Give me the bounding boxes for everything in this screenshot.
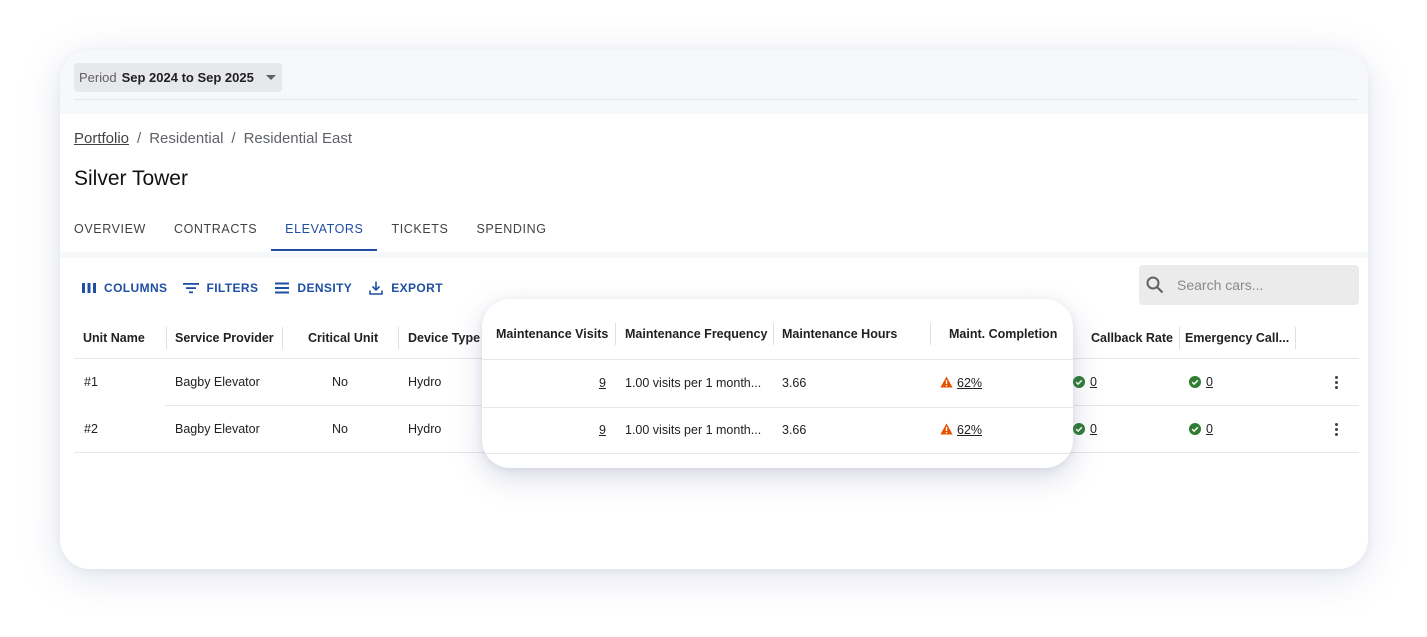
cell-critical-unit: No [332,375,348,389]
cell-maintenance-frequency: 1.00 visits per 1 month... [625,376,762,390]
cell-critical-unit: No [332,422,348,436]
column-separator[interactable] [282,327,283,349]
header-critical-unit[interactable]: Critical Unit [308,318,378,358]
tab-bar: OVERVIEW CONTRACTS ELEVATORS TICKETS SPE… [60,210,561,251]
period-value: Sep 2024 to Sep 2025 [121,70,254,85]
header-service-provider[interactable]: Service Provider [175,318,274,358]
callback-rate-link[interactable]: 0 [1090,375,1097,389]
breadcrumb-separator: / [231,130,236,147]
cell-unit-name: #2 [84,422,98,436]
check-circle-icon [1073,376,1085,388]
maintenance-visits-link[interactable]: 9 [599,376,606,390]
check-circle-icon [1189,376,1201,388]
callback-rate-link[interactable]: 0 [1090,422,1097,436]
cell-maintenance-visits: 9 [599,373,606,393]
row-divider [482,453,1073,454]
density-label: DENSITY [297,281,353,295]
search-icon [1146,276,1164,294]
row-divider [482,407,1073,408]
filters-label: FILTERS [206,281,259,295]
cell-device-type: Hydro [408,375,442,389]
row-menu-icon[interactable] [1335,376,1339,390]
emergency-calls-link[interactable]: 0 [1206,422,1213,436]
warning-icon [940,423,953,435]
cell-device-type: Hydro [408,422,442,436]
period-selector[interactable]: Period Sep 2024 to Sep 2025 [74,63,282,92]
breadcrumb-residential-east: Residential East [243,130,352,147]
page-title: Silver Tower [74,167,188,190]
header-unit-name[interactable]: Unit Name [83,318,145,358]
breadcrumb-separator: / [137,130,142,147]
column-separator[interactable] [166,327,167,349]
cell-maintenance-visits: 9 [599,420,606,440]
tab-overview[interactable]: OVERVIEW [60,210,160,251]
density-icon [275,282,290,294]
cell-unit-name: #1 [84,375,98,389]
density-button[interactable]: DENSITY [274,280,352,296]
download-icon [369,281,384,295]
maintenance-visits-link[interactable]: 9 [599,423,606,437]
search-box[interactable] [1139,265,1359,305]
top-bar: Period Sep 2024 to Sep 2025 [60,50,1368,114]
header-divider [482,359,1073,360]
tab-spending[interactable]: SPENDING [462,210,560,251]
header-maintenance-visits[interactable]: Maintenance Visits [496,314,608,354]
header-maintenance-hours[interactable]: Maintenance Hours [782,314,897,354]
maintenance-columns-callout: Maintenance Visits Maintenance Frequency… [482,299,1073,468]
check-circle-icon [1189,423,1201,435]
export-label: EXPORT [391,281,443,295]
column-separator[interactable] [398,327,399,349]
divider [74,99,1358,100]
columns-button[interactable]: COLUMNS [81,280,167,296]
header-maintenance-frequency[interactable]: Maintenance Frequency [625,314,767,354]
cell-service-provider: Bagby Elevator [175,375,260,389]
cell-callback-rate: 0 [1073,372,1097,392]
columns-label: COLUMNS [104,281,168,295]
grid-toolbar: COLUMNS FILTERS DENSITY EXPORT [81,280,443,296]
cell-maintenance-hours: 3.66 [782,376,807,390]
tab-elevators[interactable]: ELEVATORS [271,210,378,251]
column-separator[interactable] [1179,327,1180,349]
column-separator[interactable] [615,323,616,345]
maint-completion-link[interactable]: 62% [957,376,982,390]
header-emergency-calls[interactable]: Emergency Call... [1185,318,1289,358]
check-circle-icon [1073,423,1085,435]
export-button[interactable]: EXPORT [368,280,443,296]
breadcrumb-portfolio[interactable]: Portfolio [74,130,129,147]
caret-down-icon [265,75,276,80]
emergency-calls-link[interactable]: 0 [1206,375,1213,389]
filter-icon [183,283,200,294]
cell-maint-completion: 62% [940,420,982,440]
tab-contracts[interactable]: CONTRACTS [160,210,271,251]
column-separator[interactable] [1295,327,1296,349]
cell-service-provider: Bagby Elevator [175,422,260,436]
cell-maint-completion: 62% [940,373,982,393]
column-separator[interactable] [930,323,931,345]
breadcrumb: Portfolio / Residential / Residential Ea… [74,130,352,147]
search-input[interactable] [1177,277,1347,293]
tab-tickets[interactable]: TICKETS [377,210,462,251]
cell-maintenance-frequency: 1.00 visits per 1 month... [625,423,762,437]
cell-callback-rate: 0 [1073,419,1097,439]
header-maint-completion[interactable]: Maint. Completion [949,314,1057,354]
column-separator[interactable] [773,323,774,345]
cell-emergency-calls: 0 [1189,419,1213,439]
maint-completion-link[interactable]: 62% [957,423,982,437]
header-device-type[interactable]: Device Type [408,318,480,358]
row-menu-icon[interactable] [1335,423,1339,437]
period-label: Period [79,70,117,85]
filters-button[interactable]: FILTERS [183,280,258,296]
columns-icon [82,283,96,293]
cell-emergency-calls: 0 [1189,372,1213,392]
cell-maintenance-hours: 3.66 [782,423,807,437]
header-callback-rate[interactable]: Callback Rate [1091,318,1173,358]
breadcrumb-residential: Residential [149,130,224,147]
warning-icon [940,376,953,388]
